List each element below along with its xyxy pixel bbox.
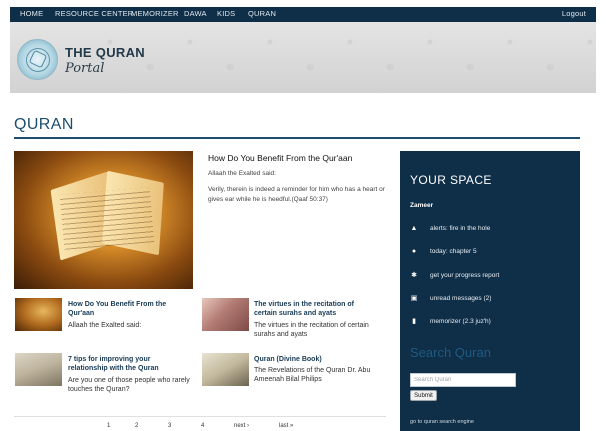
mail-icon: ▣ <box>410 295 418 302</box>
article-excerpt: Are you one of those people who rarely t… <box>68 377 190 393</box>
article-thumbnail[interactable] <box>202 353 249 386</box>
sidebar-item-label: unread messages (2) <box>430 295 492 302</box>
wrench-icon: ✱ <box>411 272 417 279</box>
sidebar-item-alerts[interactable]: ▲ alerts: fire in the hole <box>410 225 491 232</box>
article-thumbnail[interactable] <box>202 298 249 331</box>
featured-title[interactable]: How Do You Benefit From the Qur'aan <box>208 153 352 163</box>
nav-quran[interactable]: QURAN <box>248 9 276 18</box>
featured-intro: Allaah the Exalted said: <box>208 170 276 177</box>
title-divider <box>14 137 580 139</box>
nav-home[interactable]: HOME <box>20 9 43 18</box>
article-excerpt: Allaah the Exalted said: <box>68 322 142 329</box>
last-page-link[interactable]: last » <box>279 423 293 429</box>
top-nav-bar: HOME RESOURCE CENTER MEMORIZER DAWA KIDS… <box>10 7 596 22</box>
sidebar-item-progress[interactable]: ✱ get your progress report <box>410 271 499 279</box>
nav-dawa[interactable]: DAWA <box>184 9 207 18</box>
nav-kids[interactable]: KIDS <box>217 9 235 18</box>
nav-resource-center[interactable]: RESOURCE CENTER <box>55 9 133 18</box>
search-submit-button[interactable]: Submit <box>410 390 437 401</box>
bookmark-icon: ▮ <box>412 318 416 325</box>
next-page-link[interactable]: next › <box>234 423 249 429</box>
sidebar-item-today[interactable]: ● today: chapter 5 <box>410 248 477 255</box>
featured-quran-image[interactable] <box>14 151 193 289</box>
nav-memorizer[interactable]: MEMORIZER <box>131 9 179 18</box>
article-excerpt: The virtues in the recitation of certain… <box>254 322 369 338</box>
page-link-3[interactable]: 3 <box>168 423 171 429</box>
bell-icon: ▲ <box>410 225 418 232</box>
page-title: QURAN <box>14 116 74 133</box>
sidebar-item-label: memorizer (2.3 juz'h) <box>430 318 491 325</box>
search-quran-input[interactable] <box>410 373 516 387</box>
sidebar-item-label: today: chapter 5 <box>430 248 477 255</box>
sidebar-item-label: get your progress report <box>430 272 500 279</box>
book-text-lines <box>59 187 155 250</box>
sidebar-item-label: alerts: fire in the hole <box>430 225 491 232</box>
sidebar-username: Zameer <box>410 202 434 209</box>
article-excerpt: The Revelations of the Quran Dr. Abu Ame… <box>254 367 371 383</box>
sidebar-title: YOUR SPACE <box>410 173 492 187</box>
pagination-divider <box>14 416 386 417</box>
logo-emblem-icon[interactable] <box>17 39 58 80</box>
sidebar-item-memorizer[interactable]: ▮ memorizer (2.3 juz'h) <box>410 317 491 325</box>
pin-icon: ● <box>411 248 417 255</box>
logout-link[interactable]: Logout <box>562 9 586 18</box>
article-title[interactable]: The virtues in the recitation of certain… <box>254 300 374 318</box>
page-link-2[interactable]: 2 <box>135 423 138 429</box>
page-link-4[interactable]: 4 <box>201 423 204 429</box>
article-title[interactable]: How Do You Benefit From the Qur'aan <box>68 300 183 318</box>
article-thumbnail[interactable] <box>15 353 62 386</box>
article-thumbnail[interactable] <box>15 298 62 331</box>
search-quran-heading: Search Quran <box>410 345 491 360</box>
sidebar-item-messages[interactable]: ▣ unread messages (2) <box>410 294 492 302</box>
your-space-sidebar: YOUR SPACE Zameer ▲ alerts: fire in the h… <box>400 151 580 431</box>
logo-subtitle[interactable]: Portal <box>65 61 104 76</box>
article-title[interactable]: Quran (Divine Book) <box>254 355 374 364</box>
article-title[interactable]: 7 tips for improving your relationship w… <box>68 355 183 373</box>
page-link-1[interactable]: 1 <box>107 423 110 429</box>
featured-body: Verily, therein is indeed a reminder for… <box>208 186 385 203</box>
logo-title[interactable]: THE QURAN <box>65 45 145 60</box>
header-banner: THE QURAN Portal <box>10 22 596 93</box>
search-engine-link[interactable]: go to quran search engine <box>410 419 474 425</box>
